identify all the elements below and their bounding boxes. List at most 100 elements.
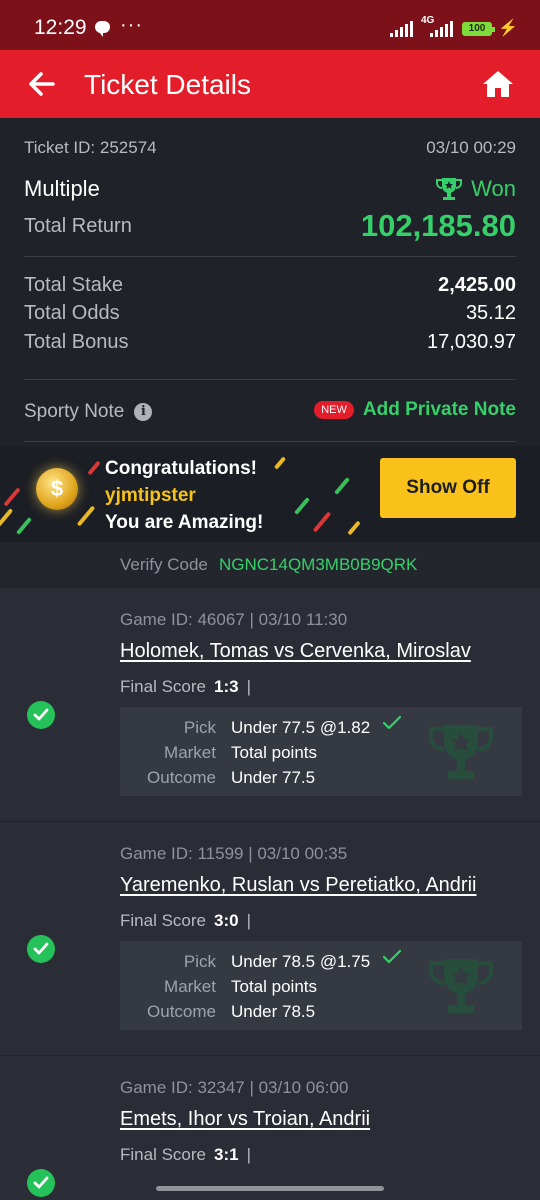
charging-icon: ⚡ — [498, 20, 518, 37]
pick-value: Under 77.5 @1.82 — [231, 718, 371, 737]
more-notifications-icon: ··· — [120, 14, 143, 36]
total-odds-value: 35.12 — [465, 302, 516, 324]
battery-icon: 100 — [462, 22, 495, 36]
back-button[interactable] — [26, 66, 58, 102]
ticket-datetime: 03/10 00:29 — [426, 138, 516, 157]
ticket-details-screen: 12:29 ··· 4G 100 ⚡ Ticket Details Ticket… — [0, 0, 540, 1200]
gesture-nav-handle[interactable] — [156, 1186, 384, 1191]
match-teams-link[interactable]: Holomek, Tomas vs Cervenka, Miroslav — [120, 640, 471, 663]
won-check-icon — [27, 1169, 55, 1197]
confetti-streak — [312, 511, 332, 533]
chat-icon — [95, 21, 110, 37]
congrats-message: Congratulations! yjmtipster You are Amaz… — [105, 455, 263, 536]
final-score: Final Score 3:0 | — [120, 911, 251, 931]
clock: 12:29 — [34, 16, 87, 39]
status-label: Won — [471, 176, 516, 201]
arrow-left-icon — [29, 72, 55, 96]
sporty-note-label: Sporty Note — [24, 401, 125, 422]
pick-details: Pick Under 78.5 @1.75 Market Total point… — [120, 941, 522, 1030]
confetti-streak — [294, 497, 310, 515]
match-teams-link[interactable]: Emets, Ihor vs Troian, Andrii — [120, 1108, 370, 1131]
check-icon — [382, 715, 402, 730]
score-separator: | — [246, 911, 251, 930]
sporty-note: Sporty Note i — [24, 401, 153, 423]
final-score-label: Final Score — [120, 677, 206, 696]
won-check-icon — [27, 701, 55, 729]
verify-code-row: Verify Code NGNC14QM3MB0B9QRK — [0, 542, 540, 587]
game-card: Game ID: 46067 | 03/10 11:30 Holomek, To… — [0, 587, 540, 821]
game-id: Game ID: 11599 | 03/10 00:35 — [120, 844, 348, 863]
signal-icon — [430, 21, 453, 37]
trophy-icon — [436, 178, 463, 200]
game-card: Game ID: 32347 | 03/10 06:00 Emets, Ihor… — [0, 1055, 540, 1200]
congrats-title: Congratulations! — [105, 458, 257, 479]
divider — [24, 379, 516, 380]
bet-type: Multiple — [24, 176, 100, 201]
total-odds-label: Total Odds — [24, 302, 120, 324]
app-header: Ticket Details — [0, 50, 540, 118]
game-card: Game ID: 11599 | 03/10 00:35 Yaremenko, … — [0, 821, 540, 1055]
total-return-value: 102,185.80 — [360, 208, 516, 243]
confetti-streak — [0, 508, 14, 534]
add-private-note-button[interactable]: NEW Add Private Note — [314, 399, 516, 421]
total-stake-label: Total Stake — [24, 274, 123, 296]
game-id: Game ID: 46067 | 03/10 11:30 — [120, 610, 348, 629]
total-bonus-value: 17,030.97 — [427, 331, 516, 353]
confetti-streak — [16, 517, 32, 535]
confetti-streak — [87, 460, 101, 476]
trophy-watermark-icon — [428, 725, 494, 779]
final-score: Final Score 3:1 | — [120, 1145, 251, 1165]
ticket-id: Ticket ID: 252574 — [24, 138, 157, 157]
signal-icon — [390, 21, 413, 37]
home-icon — [483, 71, 513, 97]
pick-details: Pick Under 77.5 @1.82 Market Total point… — [120, 707, 522, 796]
ticket-summary: Ticket ID: 252574 03/10 00:29 Multiple W… — [0, 118, 540, 446]
verify-code-label: Verify Code — [120, 555, 208, 574]
final-score-value: 3:0 — [213, 911, 239, 930]
page-title: Ticket Details — [84, 69, 252, 100]
score-separator: | — [246, 1145, 251, 1164]
final-score-value: 1:3 — [213, 677, 239, 696]
game-id: Game ID: 32347 | 03/10 06:00 — [120, 1078, 349, 1097]
divider — [24, 441, 516, 442]
pick-label: Pick — [183, 952, 216, 971]
outcome-label: Outcome — [147, 768, 216, 787]
total-return-label: Total Return — [24, 215, 132, 237]
username: yjmtipster — [105, 485, 196, 506]
confetti-streak — [273, 456, 287, 470]
final-score: Final Score 1:3 | — [120, 677, 251, 697]
new-badge: NEW — [314, 401, 354, 419]
score-separator: | — [246, 677, 251, 696]
outcome-value: Under 77.5 — [231, 768, 316, 787]
market-value: Total points — [231, 977, 317, 996]
market-label: Market — [164, 743, 216, 762]
ticket-status: Won — [435, 176, 516, 202]
final-score-value: 3:1 — [213, 1145, 239, 1164]
pick-label: Pick — [183, 718, 216, 737]
congrats-banner: $ Congratulations! yjmtipster You are Am… — [0, 446, 540, 542]
market-value: Total points — [231, 743, 317, 762]
total-bonus-label: Total Bonus — [24, 331, 129, 353]
confetti-streak — [76, 505, 96, 527]
market-label: Market — [164, 977, 216, 996]
coin-icon: $ — [36, 468, 78, 510]
congrats-subtitle: You are Amazing! — [105, 512, 264, 533]
final-score-label: Final Score — [120, 911, 206, 930]
won-check-icon — [27, 935, 55, 963]
verify-code-value[interactable]: NGNC14QM3MB0B9QRK — [219, 555, 417, 575]
total-stake-value: 2,425.00 — [438, 274, 516, 296]
confetti-streak — [3, 487, 21, 507]
show-off-button[interactable]: Show Off — [380, 458, 516, 518]
add-private-note-label: Add Private Note — [362, 399, 516, 420]
pick-value: Under 78.5 @1.75 — [231, 952, 371, 971]
home-button[interactable] — [482, 69, 514, 99]
final-score-label: Final Score — [120, 1145, 206, 1164]
info-icon[interactable]: i — [134, 403, 153, 421]
divider — [24, 256, 516, 257]
trophy-watermark-icon — [428, 959, 494, 1013]
check-icon — [382, 949, 402, 964]
match-teams-link[interactable]: Yaremenko, Ruslan vs Peretiatko, Andrii — [120, 874, 476, 897]
confetti-streak — [347, 520, 361, 536]
status-bar: 12:29 ··· 4G 100 ⚡ — [0, 0, 540, 50]
confetti-streak — [334, 477, 350, 495]
